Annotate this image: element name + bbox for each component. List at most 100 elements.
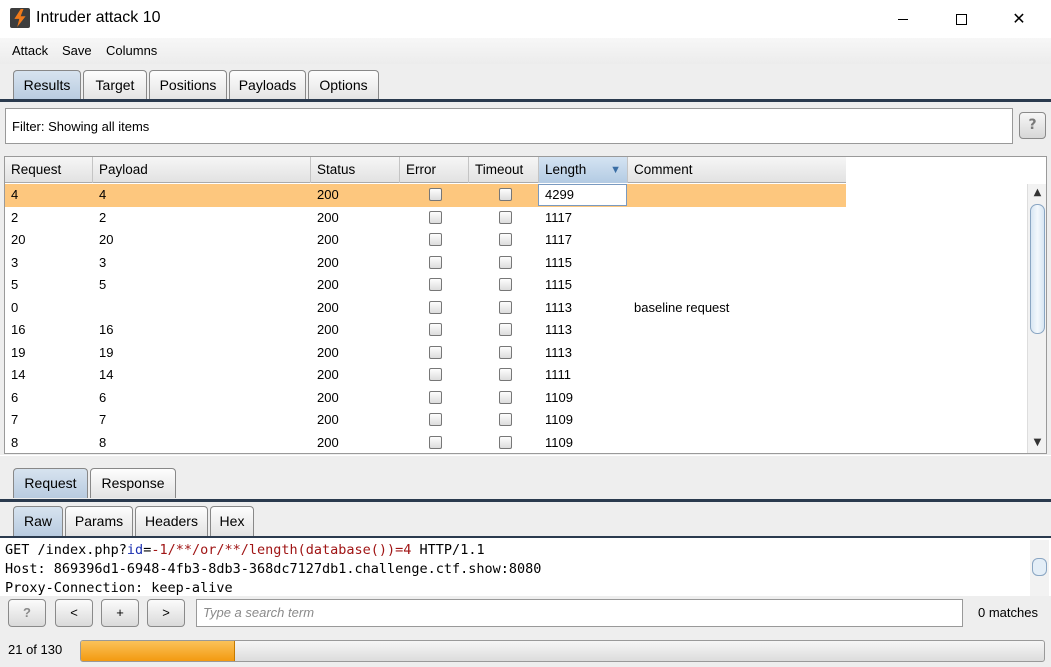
timeout-checkbox[interactable] [499,210,512,224]
tab-raw[interactable]: Raw [13,506,63,536]
cell-request: 3 [11,254,19,270]
cell-payload [93,297,99,320]
request-editor[interactable]: GET /index.php?id=-1/**/or/**/length(dat… [0,538,1051,596]
cell-comment [628,252,634,275]
error-checkbox[interactable] [429,413,442,426]
table-row[interactable]: 3 3 200 1115 [5,252,846,275]
error-checkbox[interactable] [429,255,442,269]
error-checkbox[interactable] [429,368,442,381]
table-row[interactable]: 14 14 200 1111 [5,364,846,387]
tab-positions[interactable]: Positions [149,70,227,100]
filter-help-button[interactable]: ? [1019,112,1046,139]
filter-bar[interactable]: Filter: Showing all items [5,108,1013,144]
col-header-timeout[interactable]: Timeout [469,157,539,183]
tab-target[interactable]: Target [83,70,147,100]
tab-headers[interactable]: Headers [135,506,208,536]
table-scrollbar[interactable]: ▲ ▼ [1027,184,1046,453]
table-row[interactable]: 0 200 1113 baseline request [5,297,846,320]
cell-length: 1109 [545,434,573,450]
cell-request: 14 [11,367,26,382]
tab-hex[interactable]: Hex [210,506,254,536]
cell-comment [628,207,634,230]
col-header-payload[interactable]: Payload [93,157,311,183]
timeout-checkbox[interactable] [499,368,512,381]
timeout-checkbox[interactable] [499,345,512,359]
cell-status: 200 [317,322,339,337]
col-header-comment[interactable]: Comment [628,157,846,183]
col-header-status[interactable]: Status [311,157,400,183]
search-options-button[interactable]: + [101,599,139,627]
scroll-down-icon[interactable]: ▼ [1028,434,1046,452]
proxy-connection-line: Proxy-Connection: keep-alive [5,580,233,596]
editor-scroll-thumb[interactable] [1032,558,1047,576]
menu-attack[interactable]: Attack [12,43,48,58]
plus-icon: + [116,605,124,620]
timeout-checkbox[interactable] [499,323,512,336]
cell-payload: 2 [99,209,107,225]
timeout-checkbox[interactable] [499,278,512,291]
scroll-thumb[interactable] [1030,204,1045,334]
tab-payloads[interactable]: Payloads [229,70,306,100]
cell-request: 19 [11,344,26,360]
table-row[interactable]: 6 6 200 1109 [5,387,846,410]
tab-options[interactable]: Options [308,70,379,100]
col-header-error[interactable]: Error [400,157,469,183]
tab-request[interactable]: Request [13,468,88,498]
cell-comment [628,409,634,432]
table-row[interactable]: 4 4 200 4299 [5,184,846,207]
cell-status: 200 [317,299,339,315]
timeout-checkbox[interactable] [499,435,512,449]
cell-comment [628,184,634,207]
timeout-checkbox[interactable] [499,255,512,269]
error-checkbox[interactable] [429,300,442,314]
maximize-button[interactable] [938,4,984,34]
filter-area: Filter: Showing all items ? [0,102,1051,152]
request-response-tab-strip: Request Response [0,456,1051,502]
table-row[interactable]: 16 16 200 1113 [5,319,846,342]
table-row[interactable]: 19 19 200 1113 [5,342,846,365]
table-header: Request Payload Status Error Timeout Len… [5,157,846,183]
menu-columns[interactable]: Columns [106,43,157,58]
error-checkbox[interactable] [429,278,442,291]
error-checkbox[interactable] [429,188,442,201]
cell-length: 4299 [545,187,574,202]
table-row[interactable]: 8 8 200 1109 [5,432,846,454]
table-row[interactable]: 5 5 200 1115 [5,274,846,297]
table-row[interactable]: 20 20 200 1117 [5,229,846,252]
error-checkbox[interactable] [429,210,442,224]
menu-save[interactable]: Save [62,43,92,58]
minimize-button[interactable] [880,4,926,34]
error-checkbox[interactable] [429,323,442,336]
timeout-checkbox[interactable] [499,233,512,246]
cell-length: 1115 [545,277,572,292]
col-header-length[interactable]: Length ▼ [539,157,628,183]
timeout-checkbox[interactable] [499,413,512,426]
search-help-button[interactable]: ? [8,599,46,627]
error-checkbox[interactable] [429,345,442,359]
close-button[interactable]: ✕ [996,4,1042,34]
cell-comment [628,387,634,410]
burp-logo-icon [10,8,30,28]
error-checkbox[interactable] [429,435,442,449]
timeout-checkbox[interactable] [499,390,512,404]
error-checkbox[interactable] [429,233,442,246]
previous-match-button[interactable]: < [55,599,93,627]
scroll-up-icon[interactable]: ▲ [1028,184,1046,202]
cell-payload: 6 [99,389,107,405]
col-header-request[interactable]: Request [5,157,93,183]
search-input[interactable]: Type a search term [196,599,963,627]
cell-status: 200 [317,367,339,382]
cell-length: 1113 [545,322,572,337]
cell-comment: baseline request [634,299,730,315]
tab-params[interactable]: Params [65,506,133,536]
table-row[interactable]: 2 2 200 1117 [5,207,846,230]
timeout-checkbox[interactable] [499,300,512,314]
timeout-checkbox[interactable] [499,188,512,201]
tab-results[interactable]: Results [13,70,81,100]
table-row[interactable]: 7 7 200 1109 [5,409,846,432]
results-table-area: Request Payload Status Error Timeout Len… [0,152,1051,455]
error-checkbox[interactable] [429,390,442,404]
tab-response[interactable]: Response [90,468,176,498]
next-match-button[interactable]: > [147,599,185,627]
editor-scrollbar[interactable] [1030,540,1049,596]
